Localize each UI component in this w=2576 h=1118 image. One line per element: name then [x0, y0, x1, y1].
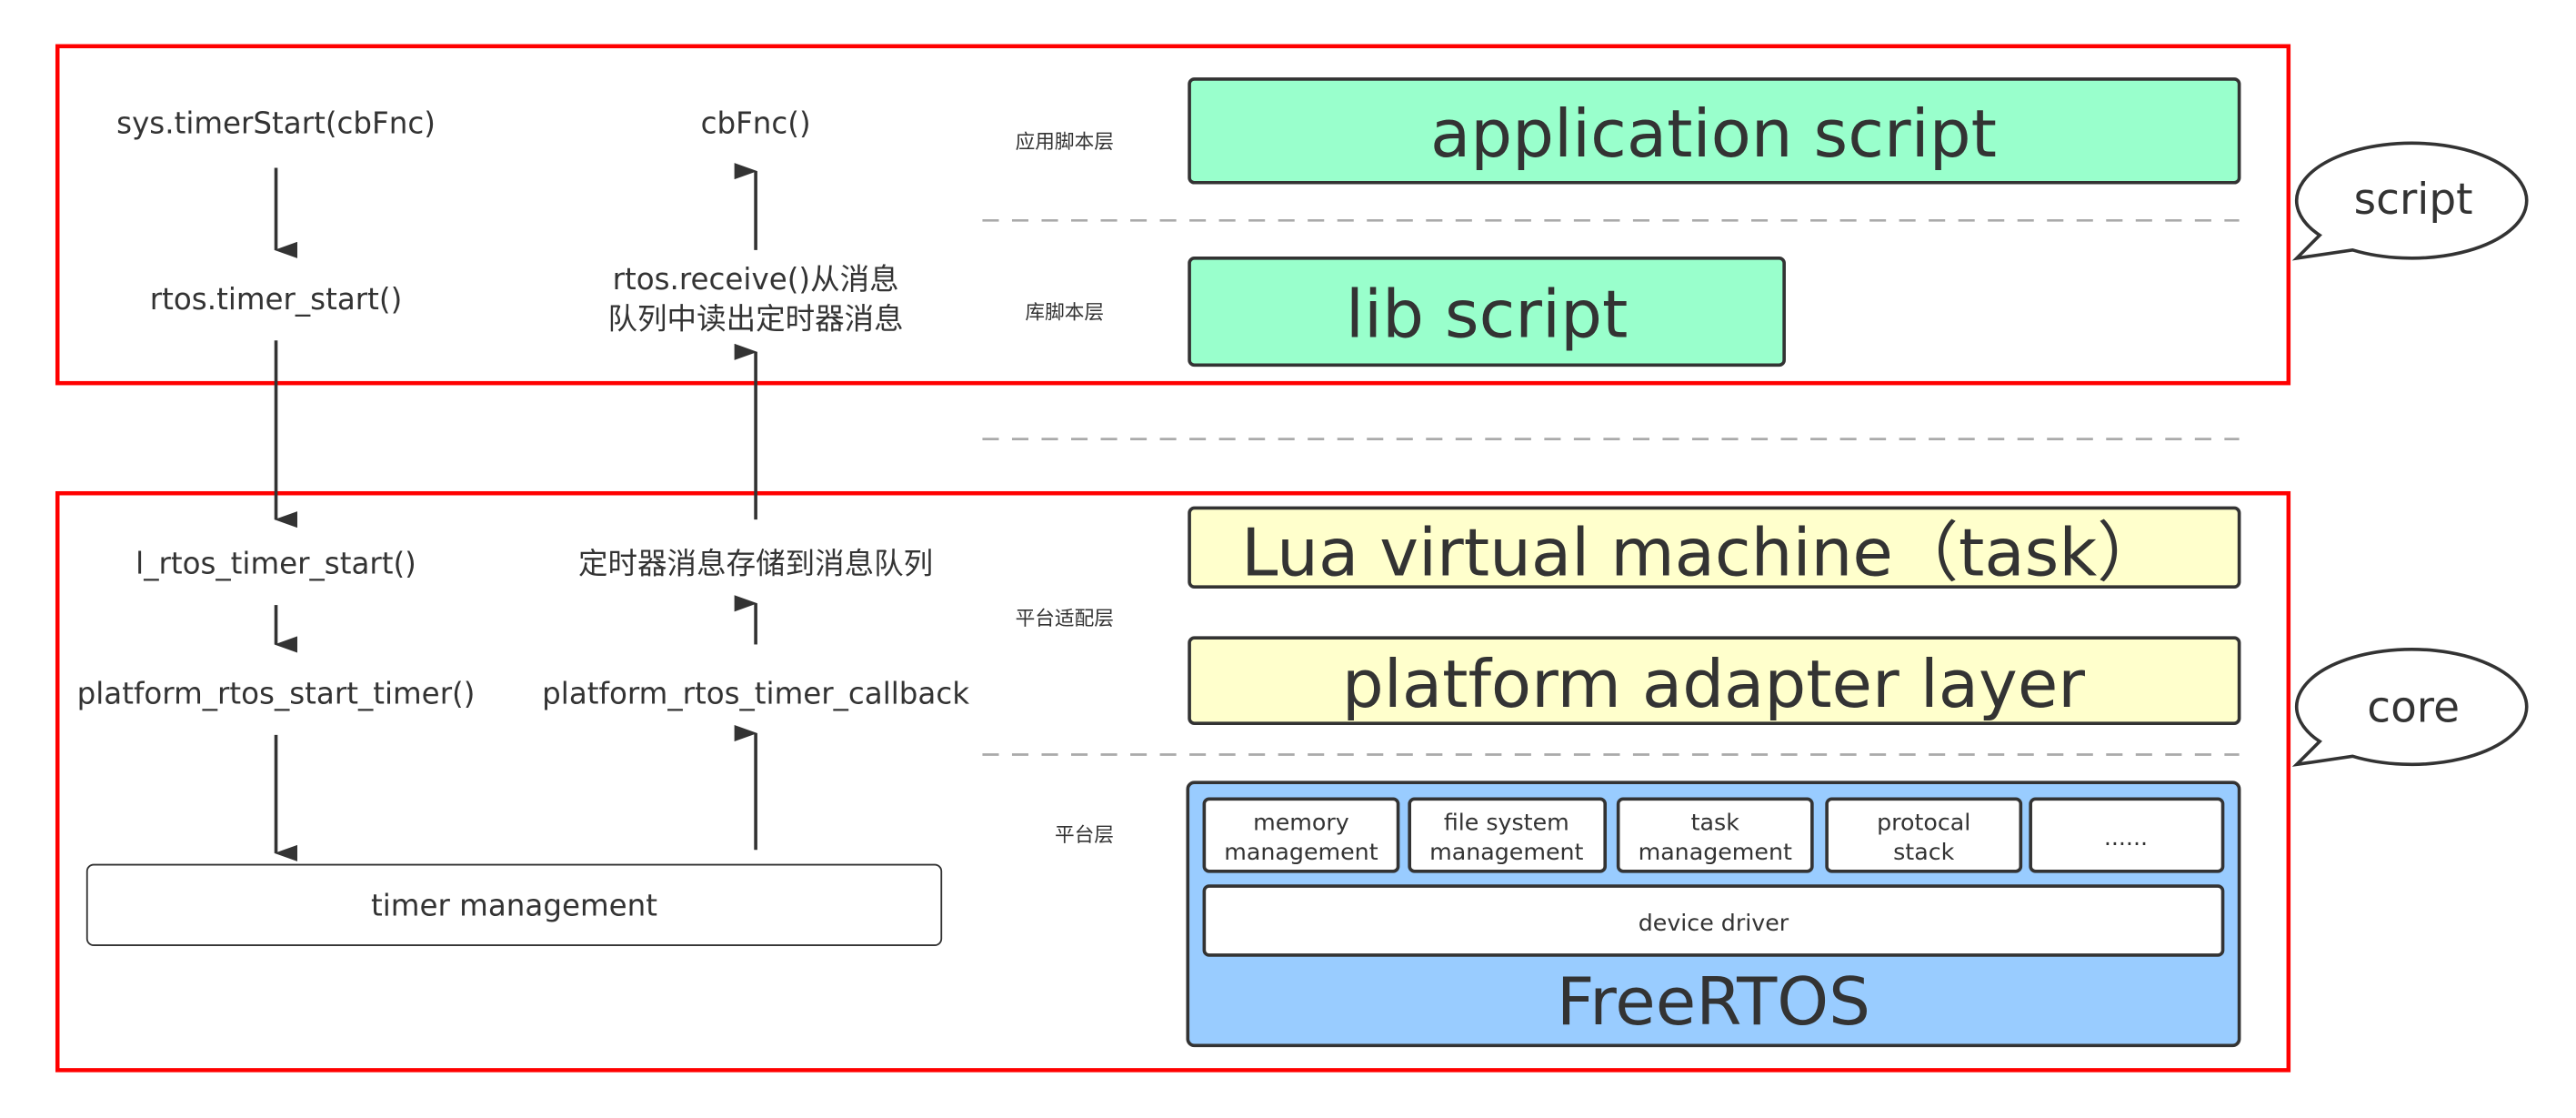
module-protocol-line2: stack: [1893, 839, 1954, 865]
script-callout-label: script: [2354, 175, 2473, 225]
module-filesystem-line1: file system: [1444, 810, 1569, 836]
module-task-line2: management: [1639, 839, 1792, 865]
receive-label-line2: 队列中读出定时器消息: [608, 302, 904, 337]
layer-label-platform: 平台层: [1055, 824, 1114, 847]
rtos-timer-start-label: rtos.timer_start(): [150, 282, 402, 317]
cbfnc-label: cbFnc(): [701, 106, 811, 141]
platform-start-timer-label: platform_rtos_start_timer(): [77, 676, 476, 710]
module-memory-line1: memory: [1253, 810, 1349, 836]
lua-vm-label: Lua virtual machine（task）: [1241, 516, 2162, 592]
module-filesystem-line2: management: [1429, 839, 1583, 865]
device-driver-label: device driver: [1639, 910, 1789, 936]
application-script-label: application script: [1430, 96, 1997, 173]
sys-timer-start-label: sys.timerStart(cbFnc): [116, 106, 436, 141]
timer-management-label: timer management: [371, 889, 657, 923]
module-more-label: ......: [2104, 824, 2148, 851]
module-protocol-line1: protocal: [1877, 810, 1970, 836]
core-callout-label: core: [2367, 682, 2460, 732]
platform-callback-label: platform_rtos_timer_callback: [542, 676, 969, 710]
architecture-diagram: sys.timerStart(cbFnc) rtos.timer_start()…: [55, 44, 2529, 1073]
module-task-line1: task: [1691, 810, 1740, 836]
lib-script-label: lib script: [1346, 277, 1628, 354]
platform-adapter-label: platform adapter layer: [1342, 647, 2085, 723]
layer-label-adapter: 平台适配层: [1016, 608, 1114, 630]
store-queue-label: 定时器消息存储到消息队列: [578, 547, 933, 581]
l-rtos-timer-start-label: l_rtos_timer_start(): [135, 547, 416, 581]
module-memory-line2: management: [1224, 839, 1378, 865]
receive-label-line1: rtos.receive()从消息: [613, 262, 899, 297]
freertos-label: FreeRTOS: [1557, 964, 1870, 1041]
layer-label-app: 应用脚本层: [1016, 131, 1114, 154]
freertos-modules: memory management file system management…: [1202, 797, 2225, 873]
layer-label-lib: 库脚本层: [1025, 302, 1104, 325]
